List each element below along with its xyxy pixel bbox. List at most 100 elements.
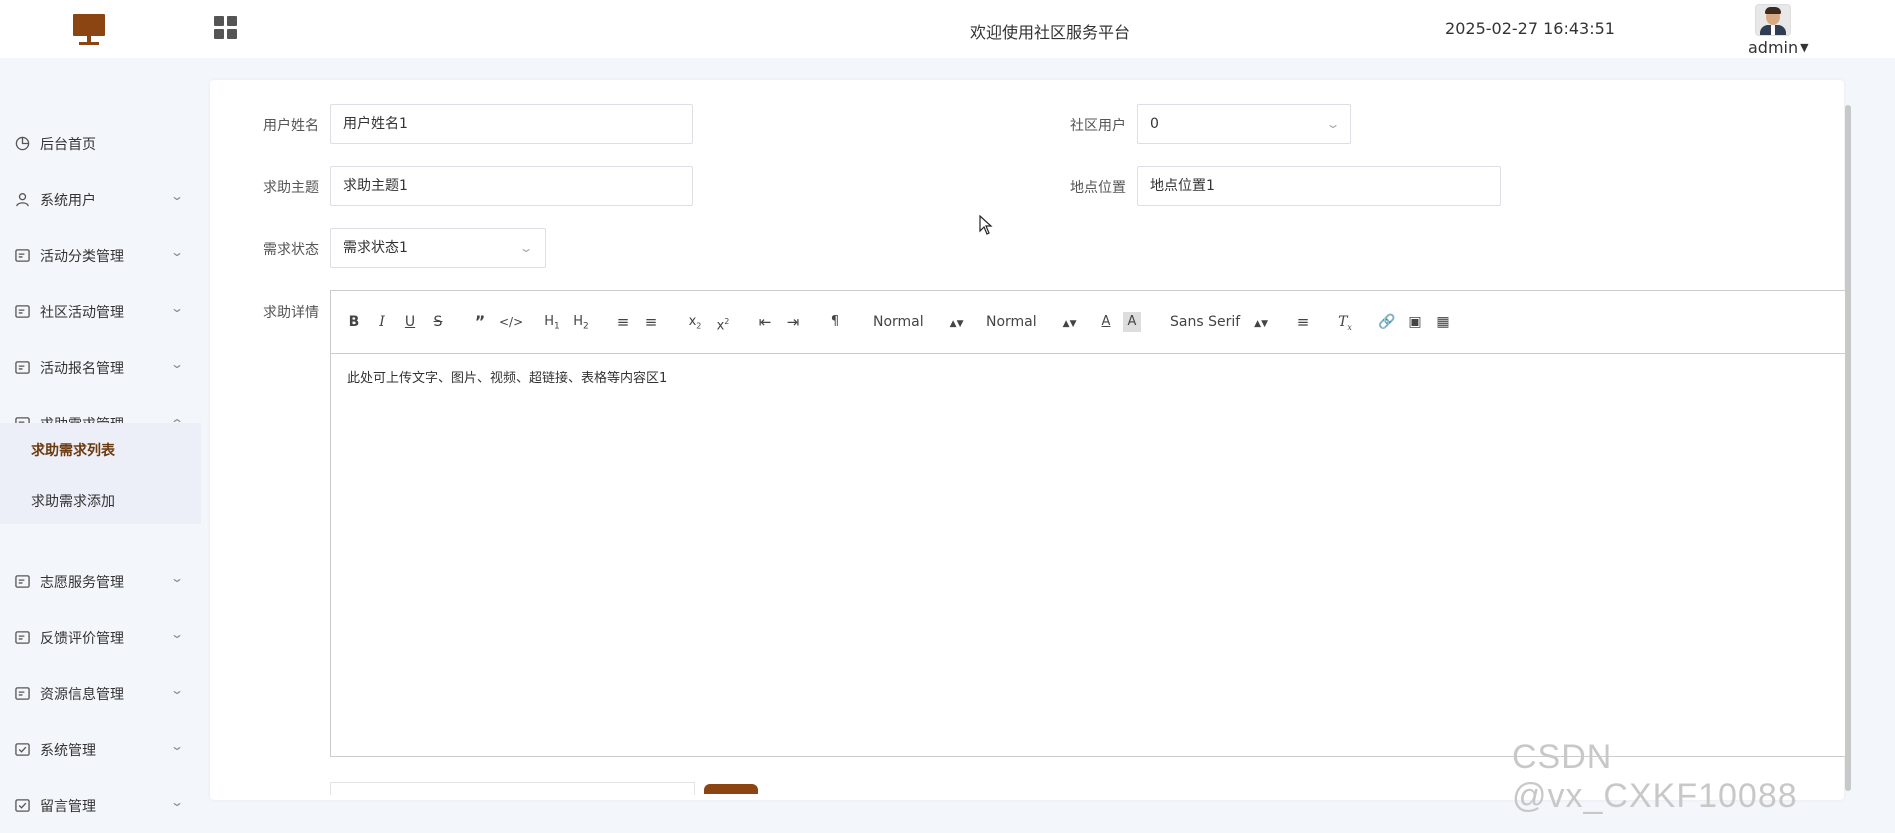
username-label: 用户姓名 bbox=[263, 118, 319, 134]
sidebar-item-label: 资源信息管理 bbox=[40, 687, 124, 703]
heading-2-icon[interactable]: H2 bbox=[570, 312, 592, 332]
vertical-scrollbar[interactable] bbox=[1845, 105, 1851, 791]
sidebar-item-activity-signup[interactable]: 活动报名管理 ⌄ bbox=[0, 339, 201, 395]
username-field[interactable]: 用户姓名1 bbox=[330, 104, 693, 144]
updown-caret-icon: ▲▼ bbox=[1254, 319, 1269, 329]
monitor-logo-icon bbox=[73, 14, 105, 46]
size-dropdown[interactable]: Normal ▲▼ bbox=[986, 312, 1077, 332]
status-label: 需求状态 bbox=[263, 242, 319, 258]
chevron-down-icon: ⌄ bbox=[169, 739, 185, 753]
superscript-icon[interactable]: x2 bbox=[713, 312, 733, 333]
sidebar-subitem-request-list[interactable]: 求助需求列表 bbox=[0, 423, 201, 473]
sidebar-item-label: 系统用户 bbox=[40, 193, 96, 209]
updown-caret-icon: ▲▼ bbox=[949, 319, 964, 329]
check-box-icon bbox=[15, 743, 30, 756]
status-select[interactable]: 需求状态1 ⌄ bbox=[330, 228, 546, 268]
rich-text-editor: B I U S ” </> H1 H2 ≡ ≡ x2 x2 ⇤ ⇥ ¶ Norm… bbox=[330, 290, 1848, 757]
font-family-dropdown[interactable]: Sans Serif ▲▼ bbox=[1170, 312, 1270, 332]
header-title: 欢迎使用社区服务平台 bbox=[969, 23, 1130, 42]
list-icon bbox=[15, 249, 30, 262]
chevron-down-icon: ⌄ bbox=[169, 357, 185, 371]
community-user-label: 社区用户 bbox=[1070, 118, 1126, 134]
sidebar-item-resource-info[interactable]: 资源信息管理 ⌄ bbox=[0, 665, 201, 721]
sidebar-item-system-users[interactable]: 系统用户 ⌄ bbox=[0, 171, 201, 227]
chevron-down-icon: ▼ bbox=[1800, 41, 1809, 54]
updown-caret-icon: ▲▼ bbox=[1062, 319, 1077, 329]
user-menu-trigger[interactable]: admin ▼ bbox=[1748, 38, 1809, 57]
sidebar-item-system-management[interactable]: 系统管理 ⌄ bbox=[0, 721, 201, 777]
italic-icon[interactable]: I bbox=[373, 312, 391, 332]
sidebar-item-messages[interactable]: 留言管理 ⌄ bbox=[0, 777, 201, 833]
subject-label: 求助主题 bbox=[263, 180, 319, 196]
text-direction-icon[interactable]: ¶ bbox=[825, 312, 845, 332]
bullet-list-icon[interactable]: ≡ bbox=[641, 312, 661, 332]
watermark: CSDN @vx_CXKF10088 bbox=[1512, 738, 1798, 815]
sidebar-item-community-activity[interactable]: 社区活动管理 ⌄ bbox=[0, 283, 201, 339]
heading-1-icon[interactable]: H1 bbox=[541, 312, 563, 332]
sidebar: 后台首页 系统用户 ⌄ 活动分类管理 ⌄ 社区活动管理 ⌄ 活动报名管理 ⌄ 求… bbox=[0, 58, 201, 815]
avatar[interactable] bbox=[1755, 4, 1791, 36]
mouse-cursor-icon bbox=[979, 215, 993, 235]
sidebar-item-label: 社区活动管理 bbox=[40, 305, 124, 321]
next-field-peek bbox=[330, 782, 695, 795]
link-icon[interactable]: 🔗 bbox=[1377, 312, 1397, 332]
subject-field[interactable]: 求助主题1 bbox=[330, 166, 693, 206]
sidebar-subitem-request-add[interactable]: 求助需求添加 bbox=[0, 474, 201, 524]
sidebar-item-feedback[interactable]: 反馈评价管理 ⌄ bbox=[0, 609, 201, 665]
outdent-icon[interactable]: ⇤ bbox=[755, 312, 775, 332]
header-datetime: 2025-02-27 16:43:51 bbox=[1445, 19, 1615, 38]
sidebar-item-home[interactable]: 后台首页 bbox=[0, 115, 201, 171]
submit-button-peek[interactable] bbox=[704, 784, 758, 794]
chevron-down-icon: ⌄ bbox=[169, 683, 185, 697]
editor-content[interactable]: 此处可上传文字、图片、视频、超链接、表格等内容区1 bbox=[347, 367, 667, 386]
font-family-value: Sans Serif bbox=[1170, 314, 1241, 330]
underline-icon[interactable]: U bbox=[401, 312, 419, 332]
list-icon bbox=[15, 575, 30, 588]
sidebar-item-label: 留言管理 bbox=[40, 799, 96, 815]
chevron-down-icon: ⌄ bbox=[169, 301, 185, 315]
list-icon bbox=[15, 361, 30, 374]
clear-format-icon[interactable]: Tx bbox=[1335, 312, 1355, 332]
sidebar-item-label: 志愿服务管理 bbox=[40, 575, 124, 591]
username: admin bbox=[1748, 38, 1799, 57]
blockquote-icon[interactable]: ” bbox=[471, 312, 489, 332]
align-icon[interactable]: ≡ bbox=[1293, 312, 1313, 332]
community-user-value: 0 bbox=[1150, 116, 1159, 132]
list-icon bbox=[15, 631, 30, 644]
chevron-down-icon: ⌄ bbox=[169, 795, 185, 809]
chevron-down-icon: ⌄ bbox=[518, 241, 534, 255]
subscript-icon[interactable]: x2 bbox=[685, 312, 705, 332]
check-box-icon bbox=[15, 799, 30, 812]
submenu-help-requests: 求助需求列表 求助需求添加 bbox=[0, 423, 201, 524]
chevron-down-icon: ⌄ bbox=[1325, 117, 1341, 131]
code-block-icon[interactable]: </> bbox=[499, 312, 523, 332]
editor-toolbar: B I U S ” </> H1 H2 ≡ ≡ x2 x2 ⇤ ⇥ ¶ Norm… bbox=[331, 291, 1847, 354]
chevron-down-icon: ⌄ bbox=[169, 245, 185, 259]
header-dropdown[interactable]: Normal ▲▼ bbox=[873, 312, 964, 332]
status-value: 需求状态1 bbox=[343, 240, 408, 256]
community-user-select[interactable]: 0 ⌄ bbox=[1137, 104, 1351, 144]
chevron-down-icon: ⌄ bbox=[169, 571, 185, 585]
grid-menu-icon[interactable] bbox=[214, 16, 238, 40]
list-icon bbox=[15, 687, 30, 700]
list-icon bbox=[15, 305, 30, 318]
detail-label: 求助详情 bbox=[263, 305, 319, 321]
location-label: 地点位置 bbox=[1070, 180, 1126, 196]
sidebar-item-activity-category[interactable]: 活动分类管理 ⌄ bbox=[0, 227, 201, 283]
chevron-down-icon: ⌄ bbox=[169, 189, 185, 203]
sidebar-subitem-label: 求助需求列表 bbox=[31, 443, 115, 459]
sidebar-item-volunteer-service[interactable]: 志愿服务管理 ⌄ bbox=[0, 553, 201, 609]
bold-icon[interactable]: B bbox=[345, 312, 363, 332]
sidebar-item-label: 活动分类管理 bbox=[40, 249, 124, 265]
chevron-down-icon: ⌄ bbox=[169, 627, 185, 641]
location-field[interactable]: 地点位置1 bbox=[1137, 166, 1501, 206]
indent-icon[interactable]: ⇥ bbox=[783, 312, 803, 332]
video-icon[interactable]: ▦ bbox=[1433, 312, 1453, 332]
image-icon[interactable]: ▣ bbox=[1405, 312, 1425, 332]
strikethrough-icon[interactable]: S bbox=[429, 312, 447, 332]
font-color-icon[interactable]: A bbox=[1097, 312, 1115, 332]
ordered-list-icon[interactable]: ≡ bbox=[613, 312, 633, 332]
user-icon bbox=[16, 193, 29, 207]
background-color-icon[interactable]: A bbox=[1123, 312, 1141, 332]
header-dropdown-value: Normal bbox=[873, 314, 924, 330]
